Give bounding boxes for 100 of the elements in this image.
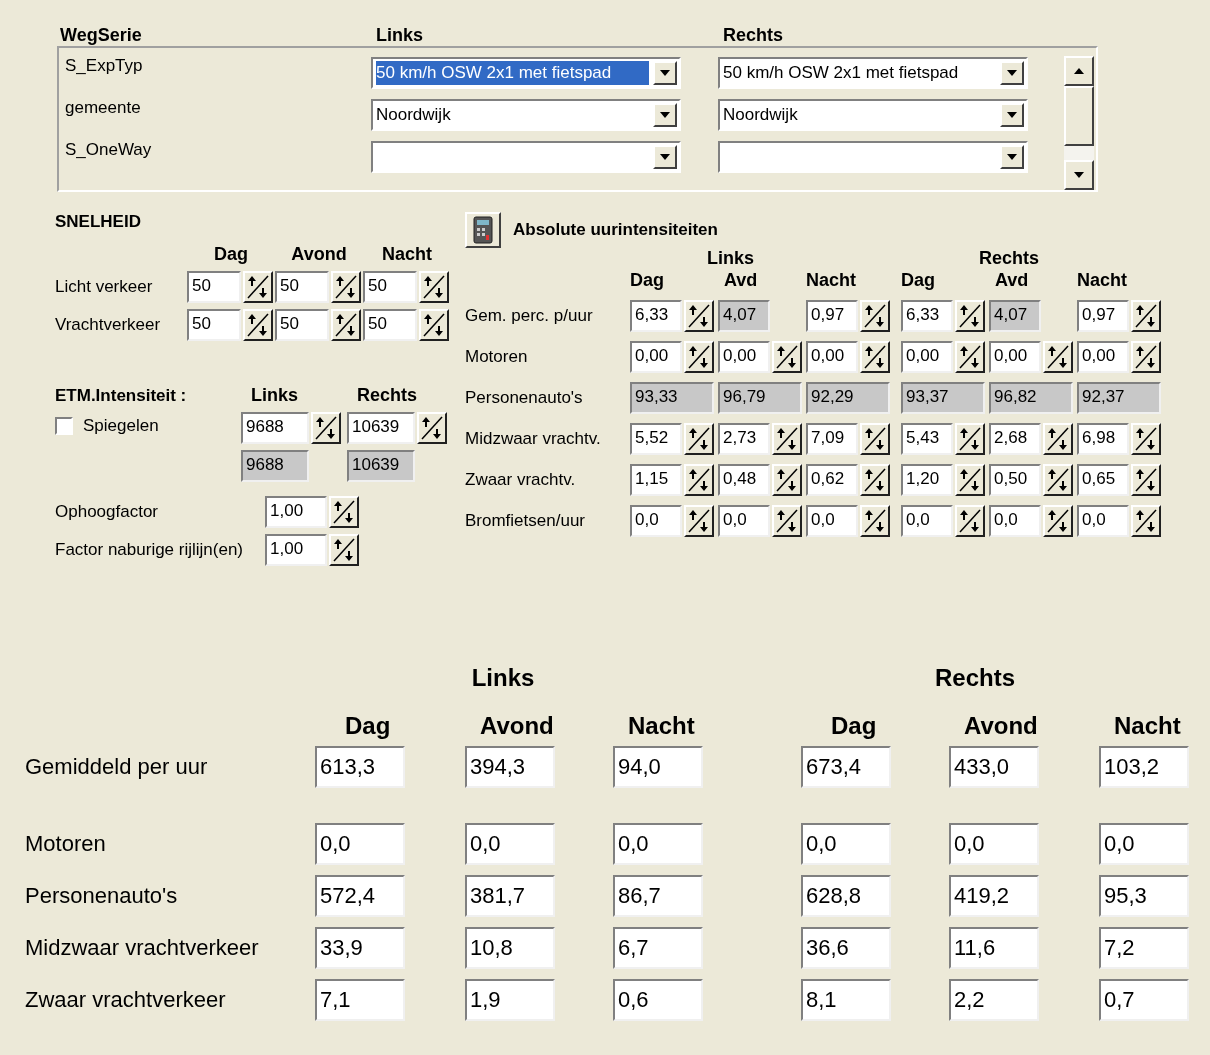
checkbox[interactable] (55, 417, 73, 435)
spin-button[interactable] (860, 423, 890, 455)
value-field[interactable]: 10,8 (465, 927, 555, 969)
spin-button[interactable] (955, 341, 985, 373)
calculator-button[interactable] (465, 212, 501, 248)
number-field[interactable]: 50 (187, 271, 241, 303)
spin-button[interactable] (1043, 505, 1073, 537)
number-field[interactable]: 0,0 (630, 505, 682, 537)
value-field[interactable]: 1,9 (465, 979, 555, 1021)
spin-button[interactable] (1131, 300, 1161, 332)
spin-button[interactable] (419, 271, 449, 303)
spin-button[interactable] (772, 505, 802, 537)
number-field[interactable]: 0,0 (806, 505, 858, 537)
spin-button[interactable] (772, 423, 802, 455)
dropdown[interactable]: Noordwijk (371, 98, 681, 131)
value-field[interactable]: 0,0 (465, 823, 555, 865)
number-field[interactable]: 0,65 (1077, 464, 1129, 496)
number-field[interactable]: 1,15 (630, 464, 682, 496)
number-field[interactable]: 50 (363, 271, 417, 303)
number-field[interactable]: 0,00 (901, 341, 953, 373)
spin-button[interactable] (329, 534, 359, 566)
spin-button[interactable] (419, 309, 449, 341)
number-field[interactable]: 0,00 (630, 341, 682, 373)
value-field[interactable]: 673,4 (801, 746, 891, 788)
spin-button[interactable] (684, 341, 714, 373)
number-field[interactable]: 50 (363, 309, 417, 341)
number-field[interactable]: 2,68 (989, 423, 1041, 455)
value-field[interactable]: 433,0 (949, 746, 1039, 788)
value-field[interactable]: 94,0 (613, 746, 703, 788)
number-field[interactable]: 50 (275, 309, 329, 341)
number-field[interactable]: 6,33 (630, 300, 682, 332)
number-field[interactable]: 50 (275, 271, 329, 303)
number-field[interactable]: 0,97 (1077, 300, 1129, 332)
spin-button[interactable] (1131, 423, 1161, 455)
spin-button[interactable] (417, 412, 447, 444)
dropdown[interactable]: 50 km/h OSW 2x1 met fietspad (718, 56, 1028, 89)
spin-button[interactable] (860, 341, 890, 373)
number-field[interactable]: 9688 (241, 412, 309, 444)
value-field[interactable]: 0,0 (315, 823, 405, 865)
value-field[interactable]: 628,8 (801, 875, 891, 917)
spin-button[interactable] (684, 464, 714, 496)
spin-button[interactable] (684, 505, 714, 537)
dropdown[interactable] (371, 140, 681, 173)
spin-button[interactable] (331, 271, 361, 303)
number-field[interactable]: 0,50 (989, 464, 1041, 496)
spin-button[interactable] (860, 464, 890, 496)
value-field[interactable]: 95,3 (1099, 875, 1189, 917)
dropdown[interactable] (718, 140, 1028, 173)
number-field[interactable]: 0,00 (806, 341, 858, 373)
number-field[interactable]: 0,0 (901, 505, 953, 537)
dropdown[interactable]: Noordwijk (718, 98, 1028, 131)
number-field[interactable]: 0,0 (718, 505, 770, 537)
value-field[interactable]: 2,2 (949, 979, 1039, 1021)
spin-button[interactable] (772, 341, 802, 373)
value-field[interactable]: 7,1 (315, 979, 405, 1021)
spin-button[interactable] (1131, 464, 1161, 496)
number-field[interactable]: 6,98 (1077, 423, 1129, 455)
number-field[interactable]: 0,00 (989, 341, 1041, 373)
spin-button[interactable] (860, 300, 890, 332)
number-field[interactable]: 5,43 (901, 423, 953, 455)
number-field[interactable]: 0,97 (806, 300, 858, 332)
spin-button[interactable] (684, 300, 714, 332)
value-field[interactable]: 0,0 (801, 823, 891, 865)
number-field[interactable]: 10639 (347, 412, 415, 444)
number-field[interactable]: 0,0 (1077, 505, 1129, 537)
spin-button[interactable] (243, 309, 273, 341)
number-field[interactable]: 2,73 (718, 423, 770, 455)
spin-button[interactable] (772, 464, 802, 496)
spin-button[interactable] (331, 309, 361, 341)
value-field[interactable]: 0,6 (613, 979, 703, 1021)
value-field[interactable]: 381,7 (465, 875, 555, 917)
value-field[interactable]: 8,1 (801, 979, 891, 1021)
dropdown[interactable]: 50 km/h OSW 2x1 met fietspad (371, 56, 681, 89)
number-field[interactable]: 0,62 (806, 464, 858, 496)
spin-button[interactable] (1043, 423, 1073, 455)
value-field[interactable]: 103,2 (1099, 746, 1189, 788)
value-field[interactable]: 6,7 (613, 927, 703, 969)
value-field[interactable]: 11,6 (949, 927, 1039, 969)
number-field[interactable]: 1,00 (265, 534, 327, 566)
spin-button[interactable] (1131, 505, 1161, 537)
number-field[interactable]: 0,0 (989, 505, 1041, 537)
value-field[interactable]: 572,4 (315, 875, 405, 917)
spin-button[interactable] (955, 300, 985, 332)
value-field[interactable]: 36,6 (801, 927, 891, 969)
spin-button[interactable] (955, 464, 985, 496)
number-field[interactable]: 50 (187, 309, 241, 341)
value-field[interactable]: 7,2 (1099, 927, 1189, 969)
value-field[interactable]: 419,2 (949, 875, 1039, 917)
spin-button[interactable] (955, 423, 985, 455)
value-field[interactable]: 0,0 (1099, 823, 1189, 865)
scrollbar[interactable] (1064, 56, 1094, 190)
spin-button[interactable] (243, 271, 273, 303)
value-field[interactable]: 0,0 (949, 823, 1039, 865)
value-field[interactable]: 33,9 (315, 927, 405, 969)
value-field[interactable]: 86,7 (613, 875, 703, 917)
number-field[interactable]: 0,00 (1077, 341, 1129, 373)
number-field[interactable]: 7,09 (806, 423, 858, 455)
spin-button[interactable] (860, 505, 890, 537)
scroll-thumb[interactable] (1064, 86, 1094, 146)
number-field[interactable]: 6,33 (901, 300, 953, 332)
